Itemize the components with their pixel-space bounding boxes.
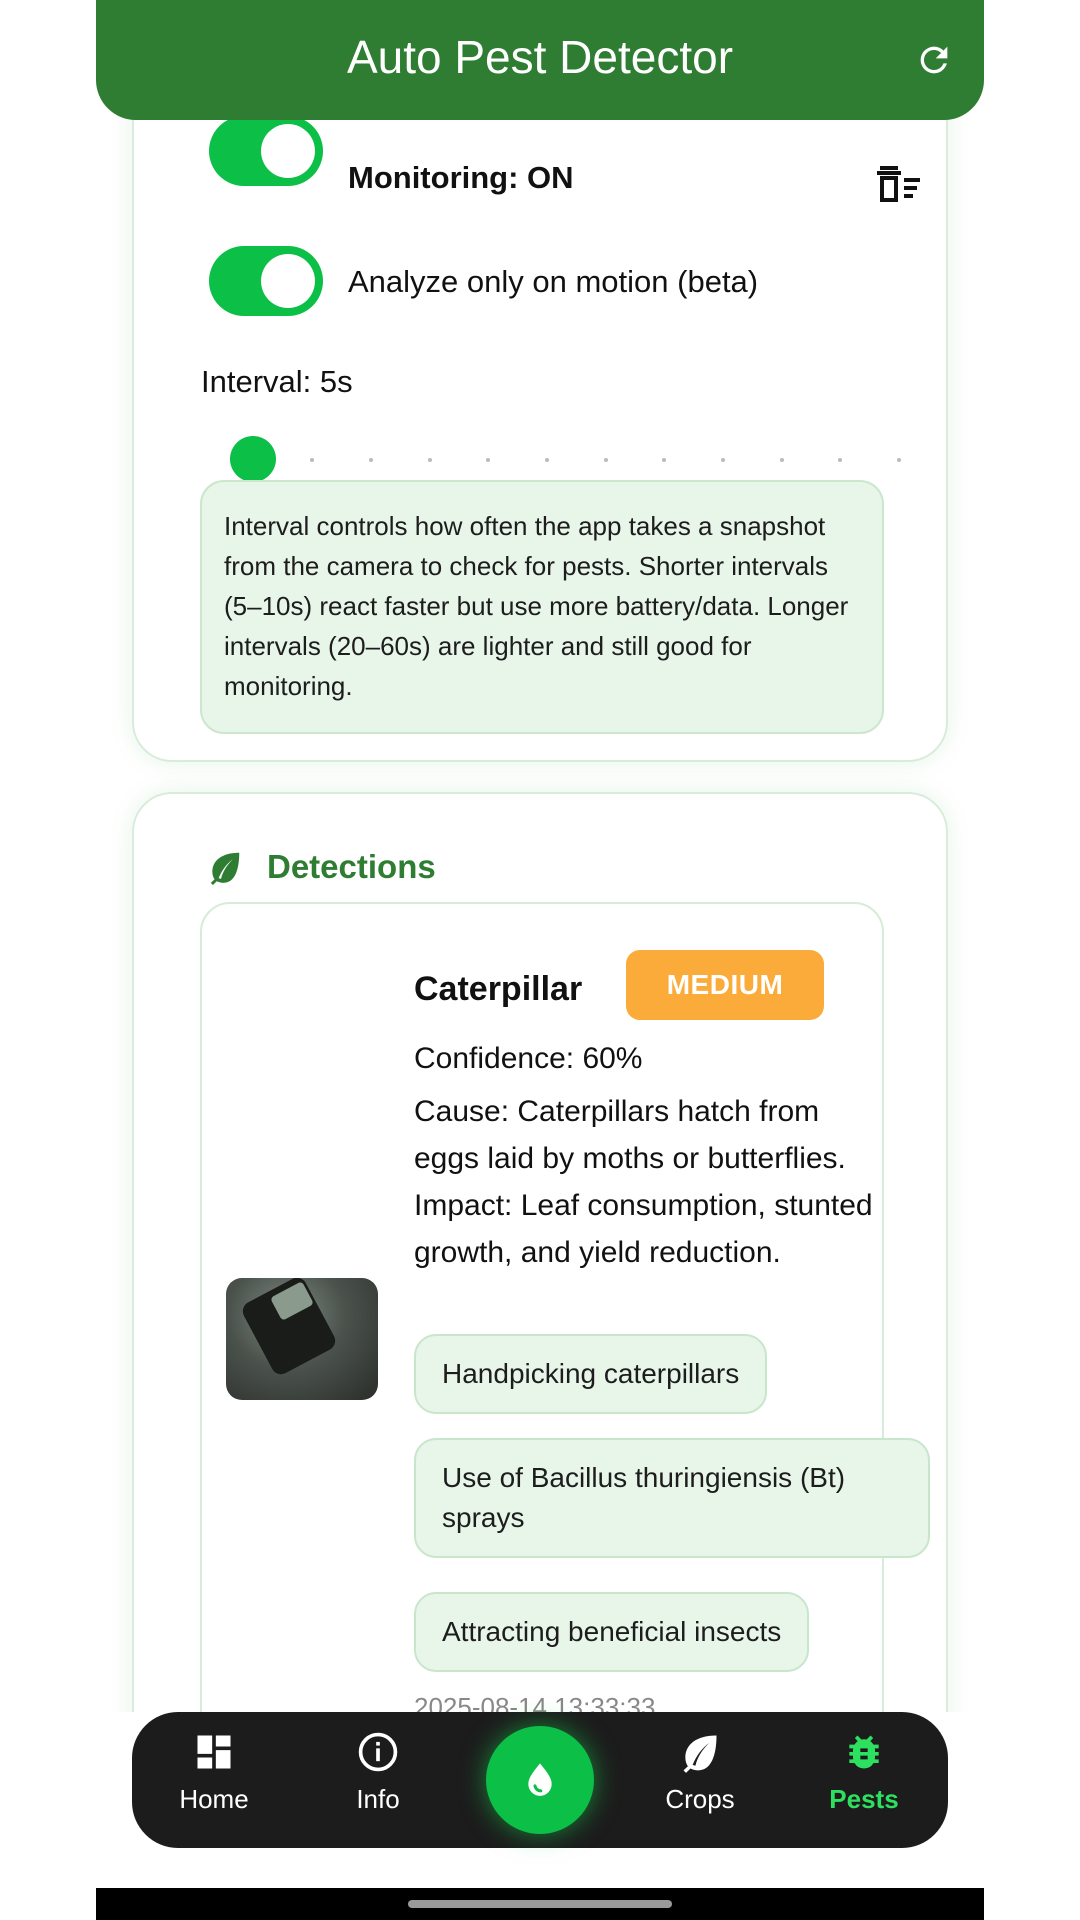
bottom-navigation: Home Info Crops Pests [132,1712,948,1848]
info-icon [358,1732,398,1772]
detection-item[interactable]: Caterpillar MEDIUM Confidence: 60% Cause… [200,902,930,1712]
motion-only-label: Analyze only on motion (beta) [348,264,759,299]
nav-label-info: Info [356,1784,400,1814]
remedy-chip[interactable]: Handpicking caterpillars [414,1334,768,1414]
app-screen: Monitoring: ON Analyze only on motion (b… [96,0,984,1920]
nav-label-pests: Pests [829,1784,899,1814]
severity-badge: MEDIUM [626,950,824,1020]
leaf-icon [683,1735,717,1773]
system-navigation-bar [96,1888,984,1920]
detections-title: Detections [267,848,436,885]
delete-sweep-icon[interactable] [876,164,922,204]
nav-pests[interactable]: Pests [804,1730,924,1815]
slider-tick [369,458,373,462]
monitoring-toggle[interactable] [209,116,323,186]
slider-tick [486,458,490,462]
pest-name: Caterpillar [414,970,583,1008]
slider-tick [780,458,784,462]
cause-impact-text: Cause: Caterpillars hatch from eggs laid… [414,1095,873,1269]
confidence-text: Confidence: 60% [414,1042,643,1075]
monitoring-settings-card: Monitoring: ON Analyze only on motion (b… [132,40,948,762]
slider-thumb[interactable] [230,436,276,482]
toggle-knob [261,124,315,178]
slider-tick [545,458,549,462]
slider-tick [310,458,314,462]
home-gesture-pill[interactable] [408,1900,672,1908]
toggle-knob [261,254,315,308]
slider-tick [662,458,666,462]
nav-info[interactable]: Info [318,1730,438,1815]
slider-tick [428,458,432,462]
nav-home[interactable]: Home [154,1730,274,1815]
refresh-icon[interactable] [914,40,954,80]
interval-slider[interactable] [224,434,901,484]
slider-tick [897,458,901,462]
slider-tick [838,458,842,462]
water-drop-icon [528,1763,552,1796]
nav-label-crops: Crops [665,1784,735,1814]
nav-label-home: Home [179,1784,249,1814]
remedy-chip[interactable]: Use of Bacillus thuringiensis (Bt) spray… [414,1438,930,1558]
remedy-chip[interactable]: Attracting beneficial insects [414,1592,810,1672]
app-header: Auto Pest Detector [96,0,984,120]
slider-tick [604,458,608,462]
bug-icon [849,1735,879,1769]
scroll-content[interactable]: Monitoring: ON Analyze only on motion (b… [96,0,984,1712]
dashboard-icon [197,1735,231,1769]
detection-timestamp: 2025-08-14 13:33:33 [414,1692,656,1712]
nav-crops[interactable]: Crops [640,1730,760,1815]
motion-only-toggle[interactable] [209,246,323,316]
app-title: Auto Pest Detector [346,31,734,83]
center-action-button[interactable] [486,1726,594,1834]
slider-tick [721,458,725,462]
interval-label: Interval: 5s [201,364,353,399]
detection-snapshot[interactable] [226,1278,378,1400]
leaf-icon [210,852,240,886]
monitoring-label: Monitoring: ON [348,160,574,195]
interval-info-box: Interval controls how often the app take… [200,480,884,734]
detections-card: Detections Caterpillar MEDIUM Confidence… [132,792,948,1712]
